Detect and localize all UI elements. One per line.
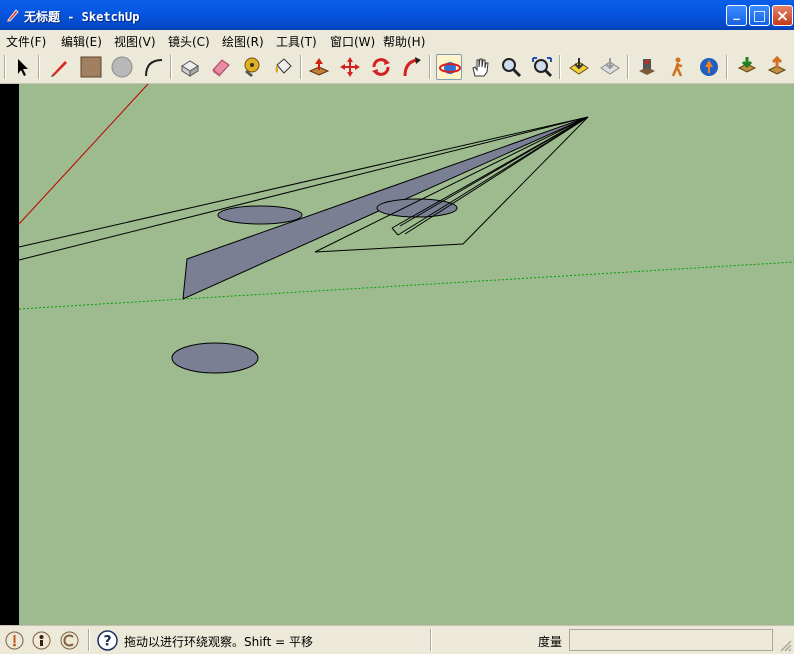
credits-icon[interactable] [32, 631, 51, 650]
previous-view-button[interactable] [566, 54, 592, 80]
line-tool-button[interactable] [46, 54, 72, 80]
svg-text:?: ? [103, 634, 111, 650]
edge-line [391, 227, 399, 236]
move-icon [340, 57, 360, 77]
menu-tools[interactable]: 工具(T) [276, 33, 317, 50]
circle-icon [111, 56, 133, 78]
title-bar[interactable]: 无标题 - SketchUp _ □ × [0, 0, 794, 30]
follow-me-button[interactable] [399, 54, 425, 80]
select-tool-button[interactable] [10, 54, 36, 80]
red-axis-line [18, 84, 149, 225]
status-separator [88, 629, 90, 651]
status-message: 拖动以进行环绕观察。Shift = 平移 [124, 635, 313, 649]
toolbar-separator [300, 55, 302, 79]
make-component-icon [181, 60, 199, 77]
position-camera-icon [639, 59, 655, 75]
pencil-line-icon [51, 61, 67, 77]
status-separator [430, 629, 432, 651]
triangle-wireframe [314, 116, 589, 253]
rotate-tool-button[interactable] [368, 54, 394, 80]
get-models-icon [737, 57, 757, 73]
toolbar-separator [627, 55, 629, 79]
zoom-icon [502, 58, 522, 78]
toolbar-grip[interactable] [4, 55, 6, 79]
menu-bar: 文件(F) 编辑(E) 视图(V) 镜头(C) 绘图(R) 工具(T) 窗口(W… [0, 30, 794, 50]
toolbar-separator [170, 55, 172, 79]
circle-tool-button[interactable] [109, 54, 135, 80]
rotate-icon [372, 58, 390, 76]
share-model-button[interactable] [764, 54, 790, 80]
move-tool-button[interactable] [337, 54, 363, 80]
orbit-tool-button[interactable] [436, 54, 462, 80]
toolbar-separator [726, 55, 728, 79]
menu-help[interactable]: 帮助(H) [383, 33, 425, 50]
menu-edit[interactable]: 编辑(E) [61, 33, 102, 50]
pan-tool-button[interactable] [467, 54, 493, 80]
main-toolbar [0, 50, 794, 84]
pan-icon [472, 58, 489, 77]
push-pull-button[interactable] [306, 54, 332, 80]
look-around-icon [700, 58, 718, 76]
tape-measure-button[interactable] [239, 54, 265, 80]
next-view-icon [600, 58, 620, 75]
eraser-icon [212, 59, 230, 77]
maximize-icon: □ [752, 7, 767, 24]
tape-measure-icon [244, 57, 260, 77]
make-component-button[interactable] [177, 54, 203, 80]
toolbar-separator [429, 55, 431, 79]
arc-tool-button[interactable] [140, 54, 166, 80]
zoom-extents-icon [532, 57, 553, 78]
circle-face [217, 205, 303, 225]
rectangle-tool-button[interactable] [78, 54, 104, 80]
sketchup-app-icon [7, 9, 19, 22]
eraser-tool-button[interactable] [208, 54, 234, 80]
minimize-button[interactable]: _ [726, 5, 747, 26]
geo-location-icon[interactable] [5, 631, 24, 650]
walk-icon [671, 57, 683, 77]
window-title: 无标题 - SketchUp [24, 10, 140, 24]
rectangle-icon [80, 56, 102, 78]
scene-drawing[interactable] [0, 84, 794, 625]
measurements-label: 度量 [538, 635, 563, 649]
arc-icon [145, 59, 163, 77]
menu-draw[interactable]: 绘图(R) [222, 33, 264, 50]
minimize-icon: _ [733, 6, 740, 21]
orbit-icon [439, 62, 461, 74]
close-button[interactable]: × [772, 5, 793, 26]
menu-camera[interactable]: 镜头(C) [168, 33, 210, 50]
previous-view-icon [569, 58, 589, 75]
model-viewport[interactable] [0, 84, 794, 625]
toolbar-separator [38, 55, 40, 79]
get-models-button[interactable] [734, 54, 760, 80]
menu-window[interactable]: 窗口(W) [330, 33, 375, 50]
close-icon: × [775, 6, 790, 25]
help-icon[interactable]: ? [97, 630, 118, 651]
user-icon[interactable] [60, 631, 79, 650]
look-around-button[interactable] [696, 54, 722, 80]
toolbar-separator [559, 55, 561, 79]
paint-bucket-button[interactable] [270, 54, 296, 80]
menu-view[interactable]: 视图(V) [114, 33, 156, 50]
status-bar: ? 拖动以进行环绕观察。Shift = 平移 度量 [0, 625, 794, 654]
zoom-extents-button[interactable] [529, 54, 555, 80]
position-camera-button[interactable] [634, 54, 660, 80]
maximize-button[interactable]: □ [749, 5, 770, 26]
select-arrow-icon [18, 59, 28, 76]
push-pull-icon [308, 58, 330, 76]
resize-grip-icon[interactable] [778, 638, 792, 652]
menu-file[interactable]: 文件(F) [6, 33, 46, 50]
circle-face [171, 342, 259, 374]
follow-me-icon [403, 57, 421, 77]
share-model-icon [767, 56, 787, 75]
paint-bucket-icon [275, 58, 292, 74]
walk-tool-button[interactable] [665, 54, 691, 80]
edge-line [399, 116, 589, 227]
measurements-input[interactable] [569, 629, 773, 651]
green-axis-line [18, 261, 794, 310]
next-view-button[interactable] [597, 54, 623, 80]
zoom-tool-button[interactable] [498, 54, 524, 80]
